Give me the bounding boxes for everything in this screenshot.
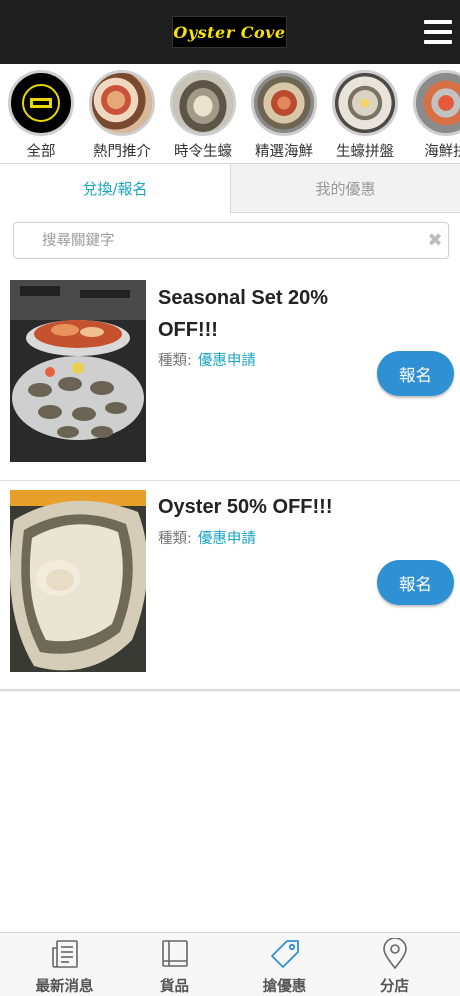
tabbar-label: 最新消息: [35, 979, 94, 995]
offer-type: 種類: 優惠申請: [158, 527, 256, 548]
category-item-oyster-platter[interactable]: 生蠔拼盤: [324, 70, 406, 162]
clear-icon[interactable]: ✖: [426, 232, 444, 250]
category-item-seafood-platter[interactable]: 海鮮拼: [405, 70, 460, 162]
offer-card: Seasonal Set 20% OFF!!! 種類: 優惠申請 報名: [0, 270, 460, 480]
search-box: ✖: [13, 222, 449, 259]
category-seasonal-oyster-image: [170, 70, 236, 136]
category-item-all[interactable]: 全部: [0, 70, 82, 162]
hamburger-menu-icon[interactable]: [424, 20, 452, 44]
offer-type-label: 種類:: [158, 531, 192, 547]
category-all-logo-icon: [8, 70, 74, 136]
tab-redeem[interactable]: 兌換/報名: [0, 164, 230, 213]
newspaper-icon: [50, 938, 80, 970]
category-oyster-platter-image: [332, 70, 398, 136]
category-label: 生蠔拼盤: [336, 144, 394, 160]
category-seafood-image: [251, 70, 317, 136]
bottom-tab-bar: 最新消息 貨品 搶優惠 分店: [0, 932, 460, 996]
book-icon: [160, 938, 190, 970]
tabbar-label: 搶優惠: [262, 979, 307, 995]
category-label: 時令生蠔: [174, 144, 232, 160]
apply-button[interactable]: 報名: [377, 560, 454, 605]
offer-image: [10, 280, 146, 462]
category-hot-image: [89, 70, 155, 136]
offer-type-label: 種類:: [158, 353, 192, 369]
tabbar-item-products[interactable]: 貨品: [117, 933, 232, 996]
tabbar-item-deals[interactable]: 搶優惠: [227, 933, 342, 996]
tag-icon: [270, 938, 300, 970]
offer-title: Oyster 50% OFF!!!: [158, 496, 333, 518]
offer-type-value[interactable]: 優惠申請: [198, 531, 256, 547]
tabbar-item-news[interactable]: 最新消息: [7, 933, 122, 996]
category-label: 海鮮拼: [424, 144, 460, 160]
tabbar-label: 貨品: [160, 979, 189, 995]
category-item-hot[interactable]: 熱門推介: [81, 70, 163, 162]
list-bottom-shadow: [0, 689, 460, 692]
category-seafood-platter-image: [413, 70, 460, 136]
brand-logo[interactable]: Oyster Cove: [172, 16, 287, 48]
app-header: Oyster Cove: [0, 0, 460, 64]
tab-my-offers[interactable]: 我的優惠: [230, 164, 460, 213]
offer-title: Seasonal Set 20% OFF!!!: [158, 287, 329, 341]
map-pin-icon: [380, 937, 410, 970]
category-label: 熱門推介: [93, 144, 151, 160]
tabbar-item-branches[interactable]: 分店: [337, 933, 452, 996]
tabbar-label: 分店: [380, 979, 409, 995]
category-item-seafood[interactable]: 精選海鮮: [243, 70, 325, 162]
offer-card: Oyster 50% OFF!!! 種類: 優惠申請 報名: [0, 481, 460, 689]
offer-type-value[interactable]: 優惠申請: [198, 353, 256, 369]
category-strip[interactable]: 全部 熱門推介 時令生蠔 精選海鮮 生蠔拼盤 海鮮拼: [0, 64, 460, 164]
search-input[interactable]: [42, 229, 402, 253]
category-label: 精選海鮮: [255, 144, 313, 160]
offer-image: [10, 490, 146, 672]
offer-type: 種類: 優惠申請: [158, 349, 256, 370]
apply-button[interactable]: 報名: [377, 351, 454, 396]
category-item-seasonal-oyster[interactable]: 時令生蠔: [162, 70, 244, 162]
